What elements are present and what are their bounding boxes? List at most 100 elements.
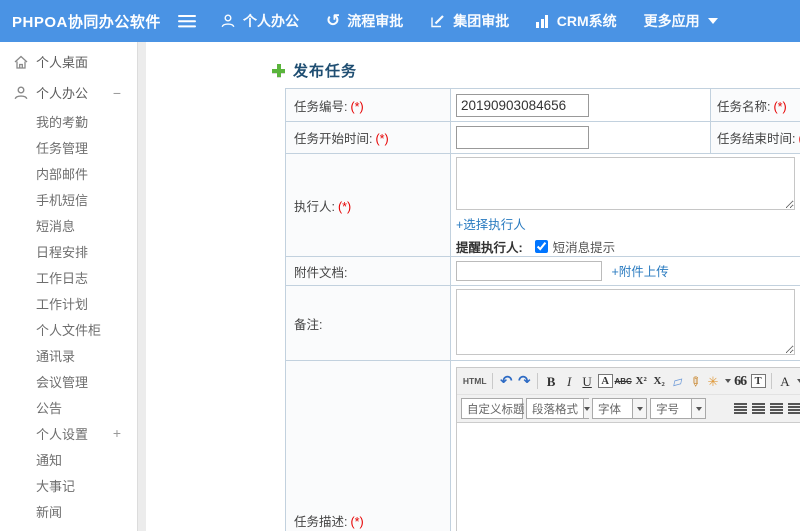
start-time-label: 任务开始时间: [294,132,373,146]
task-desc-label: 任务描述: [294,515,348,529]
user-icon [13,85,29,101]
sidebar-item-label: 手机短信 [36,192,89,208]
font-family-select[interactable]: 字体 [592,398,648,419]
remind-executor-label: 提醒执行人: [456,241,523,255]
align-left-icon[interactable] [733,403,747,414]
dropdown-caret-icon[interactable] [632,399,647,418]
top-header: PHPOA协同办公软件 个人办公 ↺ 流程审批 集团审批 CRM系统 更多应用 [0,0,800,42]
rich-text-editor: HTML ↶ ↷ B I U A ABC X² X₂ ▱ ✏ ✳ 66 T A 自定义标题 段落格式 字体 字号 [456,367,800,531]
nav-item-label: 更多应用 [643,13,700,29]
brush-icon[interactable]: ✏ [686,374,705,389]
sidebar-item-work-diary[interactable]: 工作日志 [0,264,137,290]
dropdown-caret-icon[interactable] [691,399,705,418]
sidebar-item-personal-settings[interactable]: 个人设置 + [0,420,137,446]
page-title-text: 发布任务 [293,63,358,80]
custom-heading-select-label: 自定义标题 [467,403,525,416]
sidebar-item-memorabilia[interactable]: 大事记 [0,472,137,498]
magic-wand-icon[interactable]: ✳ [706,372,721,391]
nav-item-more-apps[interactable]: 更多应用 [644,11,725,31]
collapse-icon[interactable]: − [113,85,121,101]
undo-icon[interactable]: ↶ [499,372,514,391]
executor-textarea[interactable] [456,157,795,210]
paragraph-format-select[interactable]: 段落格式 [526,398,590,419]
custom-heading-select[interactable]: 自定义标题 [461,398,537,419]
nav-item-group-approval[interactable]: 集团审批 [430,11,509,31]
sidebar-item-personal-desktop[interactable]: 个人桌面 [0,46,137,77]
task-desc-label-cell: 任务描述: (*) [285,360,451,531]
task-name-label-cell: 任务名称: (*) [710,88,800,122]
sidebar-item-personal-file-cabinet[interactable]: 个人文件柜 [0,316,137,342]
sidebar-item-personal-office[interactable]: 个人办公 − [0,77,137,108]
bold-icon[interactable]: B [544,372,559,391]
align-right-icon[interactable] [769,403,783,414]
task-no-label-cell: 任务编号: (*) [285,88,451,122]
sidebar-item-label: 短消息 [36,218,76,234]
sidebar-item-label: 工作计划 [36,296,89,312]
start-time-input[interactable] [456,126,589,149]
redo-icon[interactable]: ↷ [517,372,532,391]
main-panel: 发布任务 任务编号:(*) 任务名称:(*) 任务开始时间:(*) 任务结束时 [146,42,800,531]
fontcolor-icon[interactable]: A [777,372,792,391]
sidebar-item-meeting-management[interactable]: 会议管理 [0,368,137,394]
paste-icon[interactable]: T [750,374,766,388]
blockquote-icon[interactable]: 66 [733,372,748,391]
nav-item-crm-system[interactable]: CRM系统 [536,11,617,31]
sidebar-item-work-plan[interactable]: 工作计划 [0,290,137,316]
dropdown-caret-icon[interactable] [583,399,590,418]
fontname-icon[interactable]: A [597,374,613,388]
subscript-icon[interactable]: X₂ [652,372,667,391]
align-justify-icon[interactable] [787,403,800,414]
font-size-select[interactable]: 字号 [650,398,706,419]
end-time-label: 任务结束时间: [717,132,796,146]
remark-label-cell: 备注: [285,285,451,361]
remark-textarea[interactable] [456,289,795,355]
edit-icon [430,13,446,29]
history-icon: ↺ [326,11,341,30]
underline-icon[interactable]: U [580,372,595,391]
superscript-icon[interactable]: X² [634,372,649,391]
attachment-input[interactable] [456,261,602,282]
nav-item-label: CRM系统 [556,13,617,29]
sidebar-item-contacts[interactable]: 通讯录 [0,342,137,368]
sidebar-item-mobile-sms[interactable]: 手机短信 [0,186,137,212]
required-mark: (*) [350,515,364,529]
attachment-label: 附件文档: [294,265,348,280]
sms-tip-checkbox[interactable] [534,240,548,253]
strikethrough-icon[interactable]: ABC [614,372,631,391]
expand-icon[interactable]: + [113,425,121,441]
sidebar-item-my-attendance[interactable]: 我的考勤 [0,108,137,134]
editor-content-area[interactable] [457,423,800,531]
executor-label: 执行人: [294,199,335,214]
sidebar-item-label: 大事记 [36,478,76,494]
choose-executor-link[interactable]: +选择执行人 [456,218,526,232]
executor-label-cell: 执行人: (*) [285,153,451,257]
nav-item-process-approval[interactable]: ↺ 流程审批 [326,11,403,31]
sidebar-item-label: 任务管理 [36,140,89,156]
eraser-icon[interactable]: ▱ [667,370,686,392]
sidebar-item-label: 我的考勤 [36,114,89,130]
sidebar-item-announcement[interactable]: 公告 [0,394,137,420]
sidebar-item-notification[interactable]: 通知 [0,446,137,472]
add-task-icon [272,64,285,77]
font-family-select-label: 字体 [598,403,621,416]
align-button-group [731,403,800,414]
sidebar-item-label: 通知 [36,452,63,468]
align-center-icon[interactable] [751,403,765,414]
sidebar-item-short-message[interactable]: 短消息 [0,212,137,238]
chart-icon [536,14,550,28]
html-source-button[interactable]: HTML [463,372,487,391]
sidebar-item-news[interactable]: 新闻 [0,498,137,524]
sidebar-item-task-management[interactable]: 任务管理 [0,134,137,160]
page-title: 发布任务 [272,60,357,81]
task-no-input[interactable] [456,93,589,117]
nav-item-personal-office[interactable]: 个人办公 [220,11,299,31]
home-icon [13,54,29,70]
dropdown-caret-icon[interactable] [725,379,732,383]
required-mark: (*) [375,132,389,146]
menu-toggle-button[interactable] [178,14,198,28]
sidebar-item-schedule[interactable]: 日程安排 [0,238,137,264]
italic-icon[interactable]: I [562,372,577,391]
sidebar-item-internal-mail[interactable]: 内部邮件 [0,160,137,186]
required-mark: (*) [773,99,787,114]
attachment-upload-link[interactable]: +附件上传 [611,265,668,279]
